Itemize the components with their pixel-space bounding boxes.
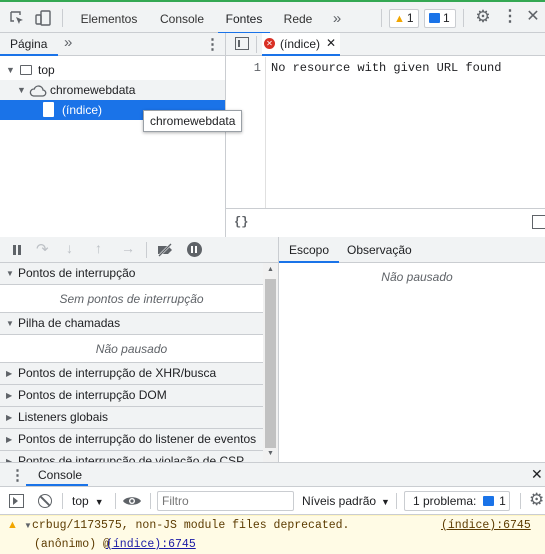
- collapsed-triangle-icon: ▶: [6, 413, 13, 422]
- warning-source-link[interactable]: (índice):6745: [441, 519, 531, 532]
- editor-tab[interactable]: ✕ (índice) ✕: [262, 33, 340, 56]
- console-toolbar: top▼ Níveis padrão▼ 1 problema: 1 ⚙: [0, 487, 545, 515]
- navigator-toolbar: Página » ⋮: [0, 33, 225, 56]
- show-sidebar-icon[interactable]: [9, 494, 24, 508]
- tree-label-origin: chromewebdata: [50, 83, 136, 97]
- message-icon: [429, 13, 440, 23]
- scope-status: Não pausado: [381, 270, 453, 284]
- console-filter-input[interactable]: [157, 491, 294, 511]
- console-warning-message: ▲ ▼ crbug/1173575, non-JS module files d…: [0, 515, 545, 554]
- debugger-toolbar: ↷ ↓ ↑ →: [0, 237, 278, 263]
- editor-tab-strip: ✕ (índice) ✕: [226, 33, 545, 56]
- collapsed-triangle-icon: ▶: [6, 435, 13, 444]
- log-levels-selector[interactable]: Níveis padrão ▼: [302, 494, 390, 508]
- pause-icon[interactable]: [12, 245, 22, 255]
- clear-console-icon[interactable]: [38, 494, 52, 508]
- sidebar-scrollbar[interactable]: ▲ ▼: [263, 263, 278, 462]
- step-icon[interactable]: →: [121, 240, 135, 256]
- issues-button[interactable]: 1 problema: 1: [404, 491, 510, 511]
- collapsed-triangle-icon: ▶: [6, 369, 13, 378]
- scroll-up-arrow-icon[interactable]: ▲: [267, 266, 274, 273]
- dropdown-arrow-icon: ▼: [94, 497, 104, 507]
- warning-icon: ▲: [394, 13, 405, 25]
- tab-escopo[interactable]: Escopo: [289, 243, 329, 257]
- dom-breakpoints-section-header[interactable]: ▶ Pontos de interrupção DOM: [0, 385, 263, 407]
- device-toolbar-icon[interactable]: [34, 9, 52, 27]
- tab-console[interactable]: Console: [150, 4, 214, 34]
- context-selector[interactable]: top ▼: [72, 494, 104, 508]
- tooltip: chromewebdata: [143, 110, 243, 132]
- toggle-navigator-icon[interactable]: [235, 37, 249, 50]
- code-line: No resource with given URL found: [271, 61, 502, 75]
- xhr-breakpoints-section-header[interactable]: ▶ Pontos de interrupção de XHR/busca: [0, 363, 263, 385]
- inspect-element-icon[interactable]: [8, 9, 26, 27]
- warnings-badge[interactable]: ▲ 1: [389, 9, 419, 28]
- warning-icon: ▲: [7, 519, 18, 531]
- tab-pagina[interactable]: Página: [10, 37, 47, 51]
- step-out-icon[interactable]: ↑: [95, 240, 102, 256]
- tree-label-file: (índice): [62, 103, 103, 117]
- scrollbar-thumb[interactable]: [265, 279, 276, 448]
- error-icon: ✕: [264, 38, 275, 49]
- close-devtools-icon[interactable]: ✕: [526, 7, 540, 27]
- tab-observacao[interactable]: Observação: [347, 243, 412, 257]
- expand-triangle-icon: ▼: [6, 65, 15, 75]
- collapsed-triangle-icon: ▶: [6, 391, 13, 400]
- breakpoints-empty: Sem pontos de interrupção: [0, 285, 263, 313]
- issue-icon: [482, 496, 494, 506]
- step-over-icon[interactable]: ↷: [36, 240, 49, 258]
- event-listener-breakpoints-section-header[interactable]: ▶ Pontos de interrupção do listener de e…: [0, 429, 263, 451]
- tree-item-top[interactable]: ▼ top: [0, 60, 225, 80]
- navigator-menu-icon[interactable]: ⋮: [205, 35, 220, 53]
- frame-icon: [20, 65, 32, 75]
- close-drawer-icon[interactable]: ✕: [531, 466, 543, 483]
- pretty-print-button[interactable]: {}: [234, 215, 248, 229]
- file-icon: [43, 102, 54, 117]
- tree-item-origin[interactable]: ▼ chromewebdata: [0, 80, 225, 100]
- tab-rede[interactable]: Rede: [276, 4, 320, 34]
- settings-gear-icon[interactable]: ⚙: [474, 7, 492, 27]
- live-expression-eye-icon[interactable]: [122, 493, 142, 512]
- call-stack-section-header[interactable]: ▼ Pilha de chamadas: [0, 313, 263, 335]
- csp-breakpoints-section-header[interactable]: ▶ Pontos de interrupção de violação de C…: [0, 451, 263, 462]
- drawer-tab-console[interactable]: Console: [38, 468, 82, 482]
- editor-tab-label: (índice): [280, 37, 321, 51]
- drawer-tab-strip: ⋮ Console ✕: [0, 462, 545, 487]
- more-options-icon[interactable]: ⋮: [502, 7, 518, 27]
- code-gutter: 1: [226, 57, 266, 208]
- expand-triangle-icon: ▼: [17, 85, 26, 95]
- tree-label-top: top: [38, 63, 55, 77]
- scope-tab-strip: Escopo Observação: [279, 237, 545, 263]
- devtools-main-toolbar: Elementos Console Fontes Rede » ▲ 1 1 ⚙ ⋮…: [0, 0, 545, 34]
- scroll-down-arrow-icon[interactable]: ▼: [267, 450, 274, 457]
- console-settings-gear-icon[interactable]: ⚙: [529, 490, 544, 510]
- tab-fontes[interactable]: Fontes: [218, 4, 270, 34]
- stack-frame-link[interactable]: (índice):6745: [106, 538, 196, 551]
- drawer-menu-icon[interactable]: ⋮: [10, 466, 25, 484]
- global-listeners-section-header[interactable]: ▶ Listeners globais: [0, 407, 263, 429]
- step-into-icon[interactable]: ↓: [66, 240, 73, 256]
- expand-stack-triangle-icon[interactable]: ▼: [24, 521, 32, 530]
- breakpoints-section-header[interactable]: ▼ Pontos de interrupção: [0, 263, 263, 285]
- collapsed-triangle-icon: ▶: [6, 457, 13, 462]
- line-number: 1: [253, 61, 261, 75]
- navigator-more-button[interactable]: »: [64, 34, 72, 51]
- toggle-debugger-icon[interactable]: [532, 215, 545, 229]
- close-tab-icon[interactable]: ✕: [326, 36, 336, 50]
- more-tabs-button[interactable]: »: [326, 4, 348, 34]
- expand-triangle-icon: ▼: [6, 319, 14, 328]
- dropdown-arrow-icon: ▼: [381, 497, 390, 507]
- editor-footer: {}: [226, 208, 545, 236]
- deactivate-breakpoints-icon[interactable]: [156, 243, 174, 260]
- stack-frame-prefix: (anônimo) @: [34, 538, 110, 551]
- messages-badge[interactable]: 1: [424, 9, 456, 28]
- pause-on-exceptions-icon[interactable]: [187, 242, 202, 257]
- warning-text: crbug/1173575, non-JS module files depre…: [32, 519, 350, 532]
- tab-elementos[interactable]: Elementos: [72, 4, 146, 34]
- expand-triangle-icon: ▼: [6, 269, 14, 278]
- call-stack-status: Não pausado: [0, 335, 263, 363]
